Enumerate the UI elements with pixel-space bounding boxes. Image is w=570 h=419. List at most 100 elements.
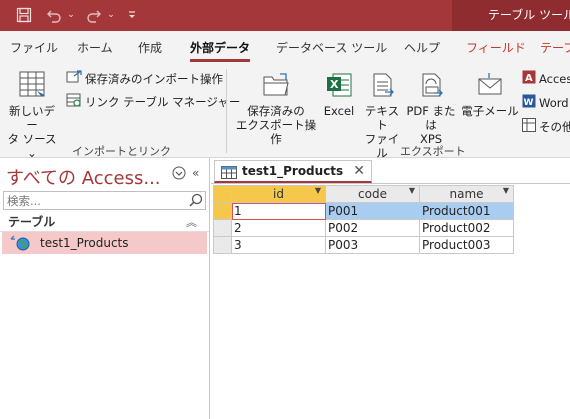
column-header-label: code xyxy=(358,187,387,201)
nav-item-test1-products[interactable]: test1_Products xyxy=(2,232,207,254)
linked-table-icon xyxy=(66,93,82,110)
svg-text:X: X xyxy=(330,78,339,91)
text-file-icon xyxy=(360,71,404,102)
undo-dropdown-icon[interactable]: ⌄ xyxy=(66,6,76,24)
column-header-label: name xyxy=(449,187,484,201)
tab-file[interactable]: ファイル xyxy=(10,39,58,56)
svg-text:A: A xyxy=(525,73,533,84)
ribbon-tabs: ファイル ホーム 作成 外部データ データベース ツール ヘルプ フィールド テ… xyxy=(0,31,570,63)
more-label: その他 xyxy=(539,119,570,134)
row-selector[interactable] xyxy=(213,202,232,220)
tab-home[interactable]: ホーム xyxy=(77,39,113,56)
export-word-button[interactable]: W Word xyxy=(522,94,569,111)
cell-code[interactable]: P001 xyxy=(325,202,420,220)
nav-menu-icon[interactable] xyxy=(172,166,186,183)
email-icon xyxy=(460,71,520,102)
redo-icon[interactable] xyxy=(84,6,104,24)
column-header-label: id xyxy=(273,187,284,201)
customize-toolbar-icon[interactable] xyxy=(124,6,140,24)
cell-name[interactable]: Product002 xyxy=(419,219,514,237)
header-row: id ▼ code ▼ name ▼ xyxy=(213,185,514,203)
text-file-label-1: テキスト xyxy=(364,104,400,132)
cell-name[interactable]: Product001 xyxy=(419,202,514,220)
row-selector[interactable] xyxy=(213,236,232,254)
tab-help[interactable]: ヘルプ xyxy=(404,39,440,56)
search-icon[interactable] xyxy=(189,193,203,210)
title-bar: ⌄ ⌄ テーブル ツール xyxy=(0,0,570,31)
pdf-icon xyxy=(402,71,460,102)
tab-create[interactable]: 作成 xyxy=(138,39,162,56)
collapse-pane-icon[interactable]: « xyxy=(192,166,199,180)
excel-label: Excel xyxy=(323,104,355,118)
saved-exports-label-1: 保存済みの xyxy=(247,104,305,118)
navigation-pane: すべての Access... « テーブル ︽ test1_Products xyxy=(0,158,210,419)
export-pdf-xps-button[interactable]: PDF または XPS xyxy=(402,71,460,146)
tab-external-data[interactable]: 外部データ xyxy=(190,39,251,62)
access-icon: A xyxy=(522,70,536,87)
export-excel-button[interactable]: X Excel xyxy=(320,71,358,118)
linked-table-manager-label: リンク テーブル マネージャー xyxy=(85,94,241,109)
more-icon xyxy=(522,118,536,135)
tab-database-tools[interactable]: データベース ツール xyxy=(276,39,387,56)
saved-exports-button[interactable]: 保存済みの エクスポート操作 xyxy=(234,71,318,146)
export-text-file-button[interactable]: テキスト ファイル xyxy=(360,71,404,160)
ribbon: 新しいデー タ ソース ⌄ 保存済みのインポート操作 リンク テーブル マネージ… xyxy=(0,63,570,160)
cell-id[interactable]: 3 xyxy=(231,236,326,254)
group-separator xyxy=(226,69,227,153)
document-tab-label: test1_Products xyxy=(242,164,344,178)
column-header-name[interactable]: name ▼ xyxy=(419,185,514,203)
word-label: Word xyxy=(539,95,569,110)
nav-pane-title[interactable]: すべての Access... xyxy=(6,164,161,190)
export-email-button[interactable]: 電子メール xyxy=(460,71,520,118)
cell-id[interactable]: 1 xyxy=(231,202,326,220)
email-label: 電子メール xyxy=(461,104,519,118)
redo-dropdown-icon[interactable]: ⌄ xyxy=(106,6,116,24)
svg-text:W: W xyxy=(524,98,534,108)
linked-table-manager-button[interactable]: リンク テーブル マネージャー xyxy=(66,93,240,110)
pdf-label-1: PDF または xyxy=(406,104,456,132)
new-data-source-label-1: 新しいデー xyxy=(9,104,55,132)
folder-icon xyxy=(234,71,318,102)
linked-table-globe-icon xyxy=(10,235,32,258)
export-group-label: エクスポート xyxy=(400,145,466,158)
export-access-button[interactable]: A Access xyxy=(522,70,570,87)
save-icon[interactable] xyxy=(14,6,34,24)
import-group-label: インポートとリンク xyxy=(72,145,171,158)
sort-dropdown-icon[interactable]: ▼ xyxy=(409,186,415,195)
table-row[interactable]: 2 P002 Product002 xyxy=(213,219,514,237)
new-data-source-button[interactable]: 新しいデー タ ソース ⌄ xyxy=(4,69,60,160)
nav-search-box[interactable] xyxy=(3,191,206,210)
cell-id[interactable]: 2 xyxy=(231,219,326,237)
saved-imports-icon xyxy=(66,70,82,87)
saved-imports-button[interactable]: 保存済みのインポート操作 xyxy=(66,70,223,87)
nav-search-input[interactable] xyxy=(4,192,184,209)
nav-group-label: テーブル xyxy=(8,215,56,229)
tab-divider xyxy=(211,183,570,184)
undo-icon[interactable] xyxy=(44,6,64,24)
tab-fields[interactable]: フィールド xyxy=(466,39,526,56)
select-all-corner[interactable] xyxy=(213,185,232,203)
saved-exports-label-2: エクスポート操作 xyxy=(235,118,317,146)
tab-test1-products[interactable]: test1_Products ✕ xyxy=(214,160,372,183)
chevron-up-icon[interactable]: ︽ xyxy=(186,213,197,232)
text-file-label-2: ファイル xyxy=(364,132,400,160)
sort-dropdown-icon[interactable]: ▼ xyxy=(503,186,509,195)
context-tab-title: テーブル ツール xyxy=(452,0,570,31)
close-icon[interactable]: ✕ xyxy=(353,161,365,182)
excel-icon: X xyxy=(320,71,358,102)
cell-code[interactable]: P003 xyxy=(325,236,420,254)
datasheet-grid: id ▼ code ▼ name ▼ 1 P001 Product001 2 P… xyxy=(213,185,514,254)
column-header-code[interactable]: code ▼ xyxy=(325,185,420,203)
column-header-id[interactable]: id ▼ xyxy=(231,185,326,203)
nav-group-tables[interactable]: テーブル ︽ xyxy=(0,213,209,232)
table-row[interactable]: 3 P003 Product003 xyxy=(213,236,514,254)
cell-code[interactable]: P002 xyxy=(325,219,420,237)
tab-table[interactable]: テーブ xyxy=(540,39,570,56)
sort-dropdown-icon[interactable]: ▼ xyxy=(315,186,321,195)
row-selector[interactable] xyxy=(213,219,232,237)
access-label: Access xyxy=(539,71,570,86)
export-more-button[interactable]: その他 xyxy=(522,118,570,135)
cell-name[interactable]: Product003 xyxy=(419,236,514,254)
table-row[interactable]: 1 P001 Product001 xyxy=(213,202,514,220)
word-icon: W xyxy=(522,94,536,111)
